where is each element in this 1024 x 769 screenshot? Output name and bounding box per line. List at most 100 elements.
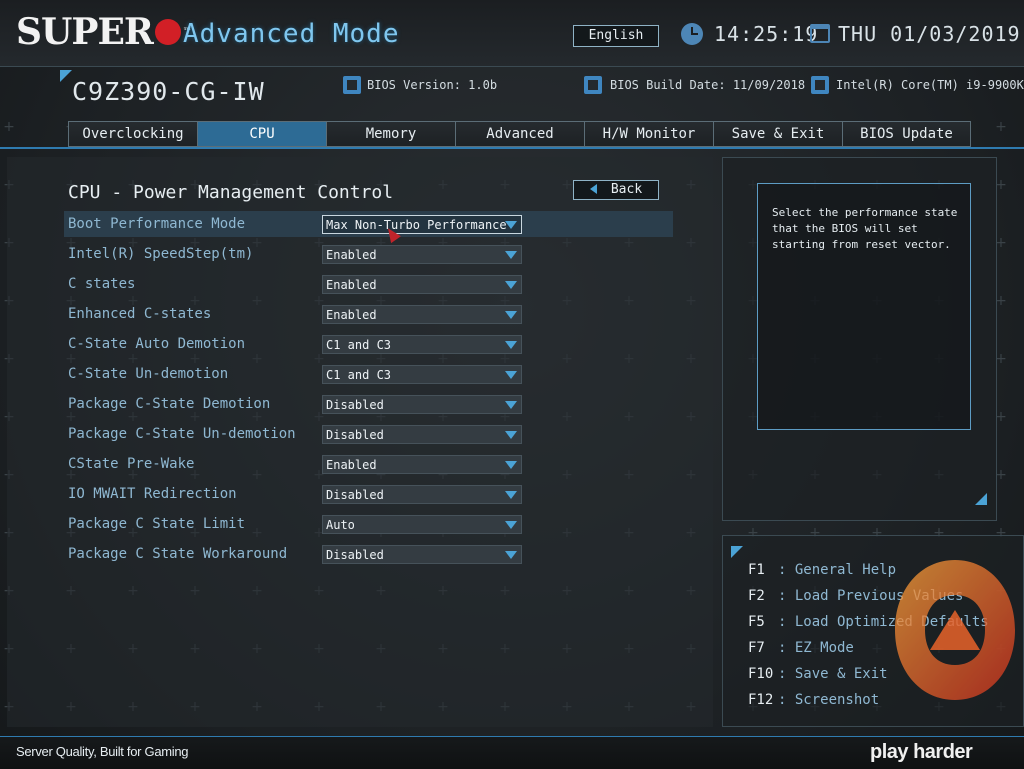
setting-row[interactable]: Boot Performance Mode Max Non-Turbo Perfo… — [64, 211, 673, 237]
plus-mark-icon: + — [3, 119, 15, 135]
tab-cpu[interactable]: CPU — [197, 121, 326, 147]
setting-row[interactable]: Enhanced C-states Enabled — [64, 301, 673, 327]
tab-overclocking[interactable]: Overclocking — [68, 121, 197, 147]
back-button[interactable]: Back — [573, 180, 659, 200]
hotkey-description: : General Help — [778, 562, 897, 578]
chevron-down-icon — [505, 281, 517, 289]
dropdown-value: C1 and C3 — [326, 368, 392, 382]
chevron-down-icon — [505, 431, 517, 439]
chevron-down-icon — [505, 341, 517, 349]
hotkey-row: F7 : EZ Mode — [748, 639, 854, 657]
cpu-model: Intel(R) Core(TM) i9-9900K — [836, 78, 1024, 92]
setting-label: C-State Un-demotion — [68, 366, 229, 382]
hotkey-row: F12: Screenshot — [748, 691, 879, 709]
hotkey-key: F12 — [748, 692, 774, 708]
setting-row[interactable]: Package C-State Demotion Disabled — [64, 391, 673, 417]
clock-icon — [681, 23, 703, 45]
tab-save-exit[interactable]: Save & Exit — [713, 121, 842, 147]
back-label: Back — [610, 182, 643, 197]
setting-label: Package C State Workaround — [68, 546, 288, 562]
bios-build-date: BIOS Build Date: 11/09/2018 — [610, 78, 806, 92]
setting-dropdown[interactable]: Max Non-Turbo Performance — [322, 215, 522, 234]
hotkey-key: F7 — [748, 640, 765, 656]
dropdown-value: Enabled — [326, 278, 377, 292]
hotkey-description: : EZ Mode — [778, 640, 854, 656]
setting-label: Enhanced C-states — [68, 306, 212, 322]
setting-label: IO MWAIT Redirection — [68, 486, 237, 502]
setting-label: Intel(R) SpeedStep(tm) — [68, 246, 254, 262]
dropdown-value: Auto — [326, 518, 355, 532]
corner-accent-icon — [975, 493, 987, 505]
setting-row[interactable]: Intel(R) SpeedStep(tm) Enabled — [64, 241, 673, 267]
setting-dropdown[interactable]: Disabled — [322, 395, 522, 414]
setting-dropdown[interactable]: Enabled — [322, 305, 522, 324]
setting-dropdown[interactable]: C1 and C3 — [322, 335, 522, 354]
hotkey-description: : Save & Exit — [778, 666, 888, 682]
hotkey-key: F10 — [748, 666, 774, 682]
setting-label: C states — [68, 276, 136, 292]
tab-bar: Overclocking CPU Memory Advanced H/W Monitor… — [68, 121, 971, 147]
tab-h-w-monitor[interactable]: H/W Monitor — [584, 121, 713, 147]
setting-label: Package C-State Un-demotion — [68, 426, 296, 442]
hotkey-key: F1 — [748, 562, 765, 578]
setting-dropdown[interactable]: Enabled — [322, 245, 522, 264]
section-title: CPU - Power Management Control — [68, 182, 394, 203]
plus-mark-icon: + — [995, 119, 1007, 135]
tab-underline — [0, 147, 720, 149]
time-display: 14:25:19 — [714, 22, 819, 46]
setting-label: C-State Auto Demotion — [68, 336, 246, 352]
setting-label: Boot Performance Mode — [68, 216, 246, 232]
setting-row[interactable]: C-State Un-demotion C1 and C3 — [64, 361, 673, 387]
chevron-down-icon — [505, 311, 517, 319]
tab-memory[interactable]: Memory — [326, 121, 455, 147]
bios-version: BIOS Version: 1.0b — [367, 78, 498, 92]
chevron-down-icon — [505, 221, 517, 229]
help-text: Select the performance state that the BI… — [772, 206, 958, 251]
setting-row[interactable]: CState Pre-Wake Enabled — [64, 451, 673, 477]
dropdown-value: Disabled — [326, 488, 384, 502]
language-button[interactable]: English — [573, 25, 659, 47]
setting-row[interactable]: C states Enabled — [64, 271, 673, 297]
hotkey-description: : Screenshot — [778, 692, 880, 708]
setting-dropdown[interactable]: Enabled — [322, 275, 522, 294]
back-arrow-icon — [589, 184, 597, 194]
corner-accent-icon — [731, 546, 743, 558]
chevron-down-icon — [505, 491, 517, 499]
bios-chip-icon — [584, 76, 602, 94]
setting-row[interactable]: Package C-State Un-demotion Disabled — [64, 421, 673, 447]
tagline: Server Quality, Built for Gaming — [16, 744, 189, 759]
setting-dropdown[interactable]: Disabled — [322, 425, 522, 444]
hotkey-key: F5 — [748, 614, 765, 630]
chevron-down-icon — [505, 521, 517, 529]
dropdown-value: C1 and C3 — [326, 338, 392, 352]
chevron-down-icon — [505, 251, 517, 259]
setting-row[interactable]: Package C State Workaround Disabled — [64, 541, 673, 567]
setting-label: CState Pre-Wake — [68, 456, 195, 472]
setting-dropdown[interactable]: C1 and C3 — [322, 365, 522, 384]
dropdown-value: Disabled — [326, 428, 384, 442]
dropdown-value: Disabled — [326, 548, 384, 562]
watermark-logo-icon — [895, 560, 1015, 700]
setting-row[interactable]: C-State Auto Demotion C1 and C3 — [64, 331, 673, 357]
tab-bios-update[interactable]: BIOS Update — [842, 121, 971, 147]
setting-row[interactable]: Package C State Limit Auto — [64, 511, 673, 537]
setting-dropdown[interactable]: Disabled — [322, 545, 522, 564]
mode-title: Advanced Mode — [183, 19, 400, 49]
divider-line — [712, 147, 1024, 149]
dropdown-value: Enabled — [326, 248, 377, 262]
board-model: C9Z390-CG-IW — [72, 77, 265, 106]
setting-dropdown[interactable]: Auto — [322, 515, 522, 534]
chevron-down-icon — [505, 371, 517, 379]
dropdown-value: Max Non-Turbo Performance — [326, 218, 507, 232]
chevron-down-icon — [505, 461, 517, 469]
setting-dropdown[interactable]: Enabled — [322, 455, 522, 474]
setting-row[interactable]: IO MWAIT Redirection Disabled — [64, 481, 673, 507]
setting-label: Package C State Limit — [68, 516, 246, 532]
setting-label: Package C-State Demotion — [68, 396, 271, 412]
setting-dropdown[interactable]: Disabled — [322, 485, 522, 504]
tab-advanced[interactable]: Advanced — [455, 121, 584, 147]
hotkey-key: F2 — [748, 588, 765, 604]
dropdown-value: Disabled — [326, 398, 384, 412]
date-display: THU 01/03/2019 — [838, 22, 1021, 46]
supermicro-logo: SUPER ™ — [16, 12, 192, 52]
